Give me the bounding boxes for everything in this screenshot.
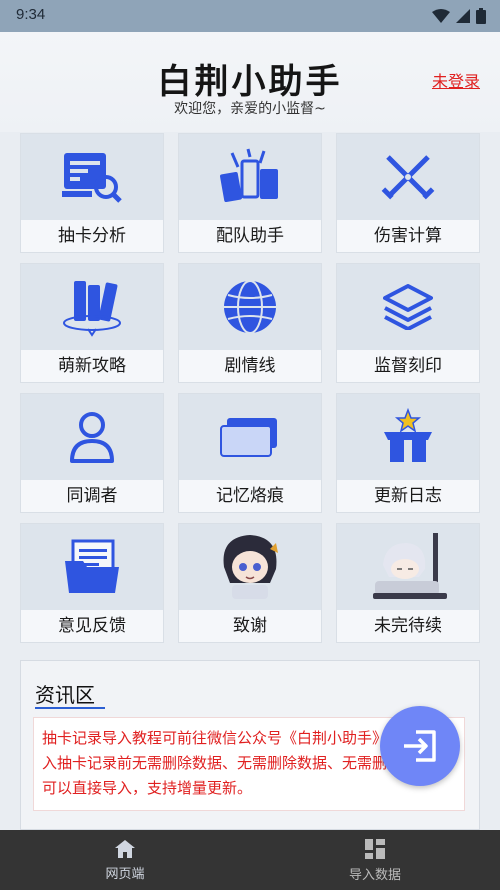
feature-grid: 抽卡分析 配队助手 伤害计算 萌新攻略 剧情线 监督刻印 同调者 记忆烙痕 更新… xyxy=(20,133,480,643)
signal-icon xyxy=(456,9,470,23)
chibi-sleeping-icon xyxy=(373,533,447,599)
wifi-icon xyxy=(432,9,450,23)
home-icon xyxy=(115,839,135,858)
status-bar: 9:34 xyxy=(0,0,500,32)
tile-gacha-analysis[interactable]: 抽卡分析 xyxy=(20,133,164,253)
bottom-nav: 网页端 导入数据 xyxy=(0,830,500,890)
tile-label: 记忆烙痕 xyxy=(216,486,284,506)
tile-damage-calc[interactable]: 伤害计算 xyxy=(336,133,480,253)
import-fab-button[interactable] xyxy=(380,706,460,786)
globe-icon xyxy=(224,280,276,334)
battery-icon xyxy=(476,8,486,24)
app-header: 白荆小助手 欢迎您，亲爱的小监督~ 未登录 xyxy=(0,32,500,132)
damage-calc-icon xyxy=(381,155,435,200)
tile-label: 伤害计算 xyxy=(374,226,442,246)
nav-web[interactable]: 网页端 xyxy=(0,830,250,890)
nav-label: 网页端 xyxy=(105,866,145,882)
tile-team-helper[interactable]: 配队助手 xyxy=(178,133,322,253)
tile-label: 抽卡分析 xyxy=(58,226,126,246)
team-helper-icon xyxy=(220,148,278,203)
grid-icon xyxy=(365,838,385,859)
import-icon xyxy=(404,730,436,762)
nav-import-data[interactable]: 导入数据 xyxy=(250,830,500,890)
news-title-underline xyxy=(35,707,105,709)
app-title: 白荆小助手 xyxy=(157,62,343,102)
tile-thanks[interactable]: 致谢 xyxy=(178,523,322,643)
status-icons xyxy=(432,8,486,24)
books-icon xyxy=(63,281,121,337)
status-time: 9:34 xyxy=(16,6,46,23)
gift-box-icon xyxy=(384,408,432,462)
layers-icon xyxy=(383,284,433,330)
tile-changelog[interactable]: 更新日志 xyxy=(336,393,480,513)
tile-label: 意见反馈 xyxy=(58,616,126,636)
tile-feedback[interactable]: 意见反馈 xyxy=(20,523,164,643)
chibi-character-icon xyxy=(223,535,278,599)
tile-label: 萌新攻略 xyxy=(58,356,126,376)
gacha-analysis-icon xyxy=(62,153,122,203)
user-icon xyxy=(70,412,114,463)
card-icon xyxy=(220,418,277,457)
tile-supervisor-imprint[interactable]: 监督刻印 xyxy=(336,263,480,383)
tile-label: 剧情线 xyxy=(224,356,276,376)
folder-icon xyxy=(65,539,119,593)
news-title: 资讯区 xyxy=(35,683,95,707)
nav-label: 导入数据 xyxy=(348,867,401,883)
tile-memory-traces[interactable]: 记忆烙痕 xyxy=(178,393,322,513)
tile-synchronizer[interactable]: 同调者 xyxy=(20,393,164,513)
tile-storyline[interactable]: 剧情线 xyxy=(178,263,322,383)
tile-to-be-continued[interactable]: 未完待续 xyxy=(336,523,480,643)
tile-label: 未完待续 xyxy=(374,616,442,636)
tile-beginner-guide[interactable]: 萌新攻略 xyxy=(20,263,164,383)
welcome-text: 欢迎您，亲爱的小监督~ xyxy=(174,101,326,117)
tile-label: 配队助手 xyxy=(216,226,284,246)
tile-label: 监督刻印 xyxy=(374,356,442,376)
tile-label: 更新日志 xyxy=(374,486,442,506)
tile-label: 同调者 xyxy=(66,486,118,506)
login-link[interactable]: 未登录 xyxy=(432,68,480,92)
tile-label: 致谢 xyxy=(233,616,267,636)
